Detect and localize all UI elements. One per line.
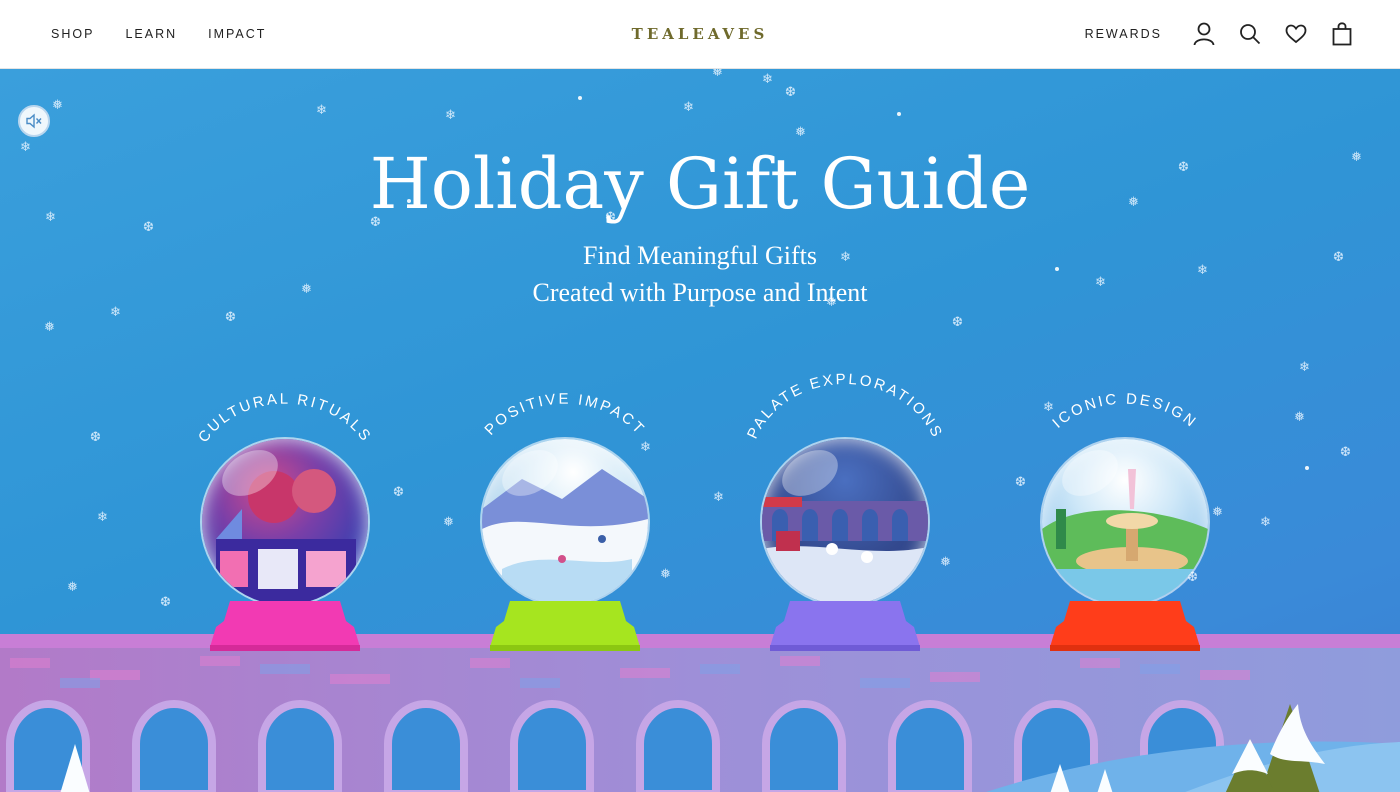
globe-label: CULTURAL RITUALS [195, 391, 373, 446]
snowflake-decoration: ❅ [443, 514, 454, 529]
snowflake-decoration: ❅ [67, 579, 78, 594]
mute-toggle-button[interactable] [18, 105, 50, 137]
snowflake-decoration: ❅ [795, 124, 806, 139]
snow-dot [578, 96, 582, 100]
snowflake-decoration: ❆ [1015, 474, 1026, 489]
brand-logo[interactable]: TEALEAVES [632, 25, 769, 43]
hero-subtitle-line1: Find Meaningful Gifts [583, 241, 817, 270]
snowflake-decoration: ❄ [1260, 514, 1271, 529]
speaker-muted-icon [25, 113, 43, 129]
snowflake-decoration: ❅ [660, 566, 671, 581]
snow-dot [897, 112, 901, 116]
snow-globe-scene [762, 439, 928, 605]
svg-text:POSITIVE IMPACT: POSITIVE IMPACT [481, 391, 648, 439]
snowflake-decoration: ❅ [52, 97, 63, 112]
globe-palate-explorations[interactable]: PALATE EXPLORATIONS [744, 359, 944, 659]
snowflake-decoration: ❄ [713, 489, 724, 504]
svg-text:ICONIC DESIGN: ICONIC DESIGN [1049, 390, 1200, 431]
snowflake-decoration: ❅ [940, 554, 951, 569]
cart-bag-icon[interactable] [1330, 22, 1354, 46]
snowflake-decoration: ❄ [1299, 359, 1310, 374]
globe-label: PALATE EXPLORATIONS [744, 371, 944, 442]
snow-globe-scene [1042, 439, 1208, 605]
wishlist-heart-icon[interactable] [1284, 22, 1308, 46]
globe-label: POSITIVE IMPACT [481, 391, 646, 439]
snowflake-decoration: ❄ [97, 509, 108, 524]
snowflake-decoration: ❆ [90, 429, 101, 444]
nav-impact[interactable]: IMPACT [208, 27, 266, 41]
snowflake-decoration: ❄ [316, 102, 327, 117]
snow-globe-scene [202, 439, 368, 605]
hero-subtitle-line2: Created with Purpose and Intent [532, 278, 868, 307]
snowflake-decoration: ❆ [952, 314, 963, 329]
snowflake-decoration: ❆ [160, 594, 171, 609]
svg-text:CULTURAL RITUALS: CULTURAL RITUALS [195, 391, 375, 446]
site-header: SHOP LEARN IMPACT TEALEAVES REWARDS [0, 0, 1400, 69]
main-nav: SHOP LEARN IMPACT [51, 0, 266, 68]
globe-stand [770, 601, 920, 651]
globe-iconic-design[interactable]: ICONIC DESIGN [1030, 359, 1220, 659]
snowflake-decoration: ❅ [712, 69, 723, 79]
account-icon[interactable] [1192, 22, 1216, 46]
search-icon[interactable] [1238, 22, 1262, 46]
globe-positive-impact[interactable]: POSITIVE IMPACT [470, 359, 660, 659]
globe-stand [490, 601, 640, 651]
snowflake-decoration: ❄ [445, 107, 456, 122]
snowflake-decoration: ❅ [1294, 409, 1305, 424]
snow-globe-scene [482, 439, 648, 605]
snowflake-decoration: ❆ [225, 309, 236, 324]
snowflake-decoration: ❆ [1340, 444, 1351, 459]
snowflake-decoration: ❄ [762, 71, 773, 86]
globe-stand [1050, 601, 1200, 651]
snowflake-decoration: ❆ [393, 484, 404, 499]
nav-learn[interactable]: LEARN [125, 27, 177, 41]
snowflake-decoration: ❆ [785, 84, 796, 99]
snowflake-decoration: ❅ [44, 319, 55, 334]
globe-cultural-rituals[interactable]: CULTURAL RITUALS [190, 359, 380, 659]
snow-dot [1305, 466, 1309, 470]
globe-label: ICONIC DESIGN [1049, 390, 1198, 431]
rewards-link[interactable]: REWARDS [1085, 27, 1162, 41]
svg-text:PALATE EXPLORATIONS: PALATE EXPLORATIONS [744, 371, 946, 442]
snowflake-decoration: ❄ [683, 99, 694, 114]
hero-banner: ❄ ❅ ❄ ❆ ❄ ❅ ❆ ❄ ❅ ❆ ❄ ❅ ❆ ❄ ❅ ❄ ❆ ❄ ❅ ❆ … [0, 69, 1400, 792]
nav-shop[interactable]: SHOP [51, 27, 94, 41]
page-title: Holiday Gift Guide [369, 143, 1031, 225]
globe-stand [210, 601, 360, 651]
